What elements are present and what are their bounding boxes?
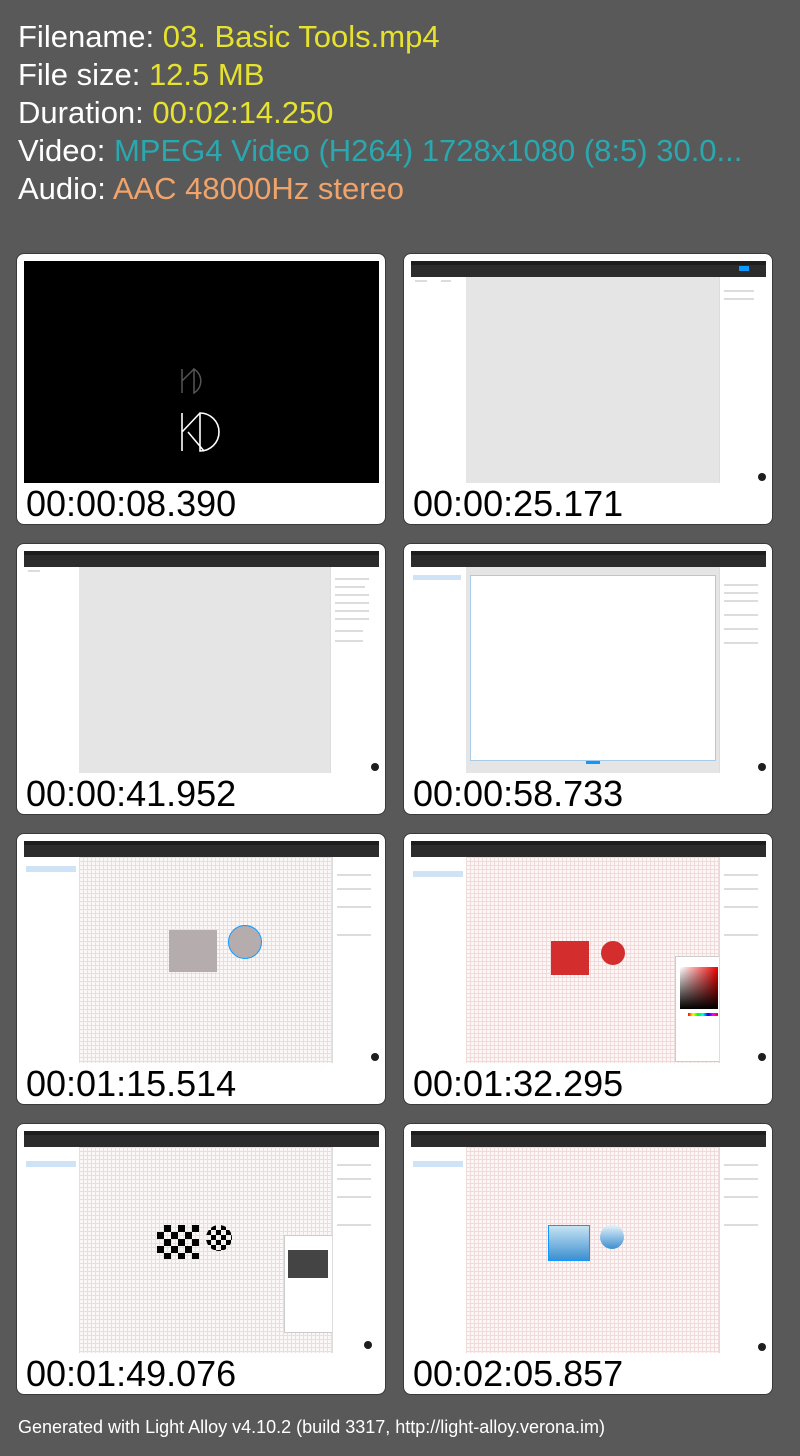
hue-slider[interactable] [688,1013,718,1016]
timestamp-5: 00:01:15.514 [26,1063,237,1104]
help-icon[interactable] [758,1343,766,1351]
design-panel [330,567,379,773]
design-panel [332,857,379,1063]
help-icon[interactable] [758,1053,766,1061]
thumbnail-5[interactable]: 00:01:15.514 [16,833,386,1105]
thumbnail-1-frame [24,261,379,483]
video-row: Video: MPEG4 Video (H264) 1728x1080 (8:5… [18,132,742,170]
canvas [466,1147,720,1353]
layers-panel [411,277,467,483]
ellipse-shape[interactable] [228,925,262,959]
image-preview [288,1250,328,1278]
canvas [466,567,720,773]
filesize-value: 12.5 MB [148,57,265,92]
red-ellipse[interactable] [601,941,625,965]
figma-toolbar [411,1135,766,1147]
logo-icon [181,367,220,452]
canvas [466,277,720,483]
thumbnail-7[interactable]: 00:01:49.076 [16,1123,386,1395]
video-value: MPEG4 Video (H264) 1728x1080 (8:5) 30.0.… [113,133,743,168]
layers-panel [411,1147,467,1353]
video-label: Video: [18,133,106,168]
figma-toolbar [411,265,766,277]
layers-panel [411,857,467,1063]
thumbnail-4-frame [411,551,766,773]
duration-row: Duration: 00:02:14.250 [18,94,742,132]
timestamp-7: 00:01:49.076 [26,1353,237,1394]
duration-value: 00:02:14.250 [152,95,334,130]
photo-ellipse[interactable] [600,1225,624,1249]
layers-panel [24,1147,80,1353]
red-rectangle[interactable] [551,941,589,975]
timestamp-6: 00:01:32.295 [413,1063,624,1104]
help-icon[interactable] [371,763,379,771]
figma-toolbar [24,845,379,857]
filename-label: Filename: [18,19,155,54]
color-picker-popover[interactable] [675,956,723,1062]
thumbnail-1[interactable]: 00:00:08.390 [16,253,386,525]
checker-ellipse[interactable] [206,1225,232,1251]
thumbnail-4[interactable]: 00:00:58.733 [403,543,773,815]
rectangle-shape[interactable] [169,930,217,972]
design-panel [719,857,766,1063]
color-field[interactable] [680,967,718,1009]
audio-label: Audio: [18,171,106,206]
layers-panel [24,857,80,1063]
thumbnail-3[interactable]: 00:00:41.952 [16,543,386,815]
thumbnail-3-frame [24,551,379,773]
filename-row: Filename: 03. Basic Tools.mp4 [18,18,742,56]
duration-label: Duration: [18,95,144,130]
audio-value: AAC 48000Hz stereo [112,171,405,206]
design-panel [719,567,766,773]
figma-toolbar [411,555,766,567]
layers-panel [24,567,80,773]
thumbnail-8-frame [411,1131,766,1353]
timestamp-8: 00:02:05.857 [413,1353,624,1394]
file-info-block: Filename: 03. Basic Tools.mp4 File size:… [18,18,742,208]
design-panel [719,1147,766,1353]
thumbnail-6[interactable]: 00:01:32.295 [403,833,773,1105]
frame[interactable] [470,575,716,761]
canvas [79,857,333,1063]
design-panel [332,1147,379,1353]
canvas [79,567,331,773]
figma-toolbar [411,845,766,857]
figma-toolbar [24,1135,379,1147]
thumbnail-8[interactable]: 00:02:05.857 [403,1123,773,1395]
thumbnail-5-frame [24,841,379,1063]
filesize-label: File size: [18,57,141,92]
audio-row: Audio: AAC 48000Hz stereo [18,170,742,208]
filename-value: 03. Basic Tools.mp4 [162,19,440,54]
help-icon[interactable] [364,1341,372,1349]
thumbnail-7-frame [24,1131,379,1353]
timestamp-1: 00:00:08.390 [26,483,237,524]
filesize-row: File size: 12.5 MB [18,56,742,94]
help-icon[interactable] [758,473,766,481]
frame-size-badge [586,761,600,764]
help-icon[interactable] [758,763,766,771]
share-button[interactable] [739,266,749,271]
timestamp-4: 00:00:58.733 [413,773,624,814]
checker-rectangle[interactable] [157,1225,199,1259]
help-icon[interactable] [371,1053,379,1061]
timestamp-2: 00:00:25.171 [413,483,624,524]
generator-footer: Generated with Light Alloy v4.10.2 (buil… [18,1417,605,1437]
layers-panel [411,567,467,773]
thumbnail-2[interactable]: 00:00:25.171 [403,253,773,525]
photo-rectangle[interactable] [548,1225,590,1261]
timestamp-3: 00:00:41.952 [26,773,237,814]
design-panel [719,277,766,483]
figma-toolbar [24,555,379,567]
thumbnail-6-frame [411,841,766,1063]
image-fill-popover[interactable] [284,1235,334,1333]
thumbnail-2-frame [411,261,766,483]
